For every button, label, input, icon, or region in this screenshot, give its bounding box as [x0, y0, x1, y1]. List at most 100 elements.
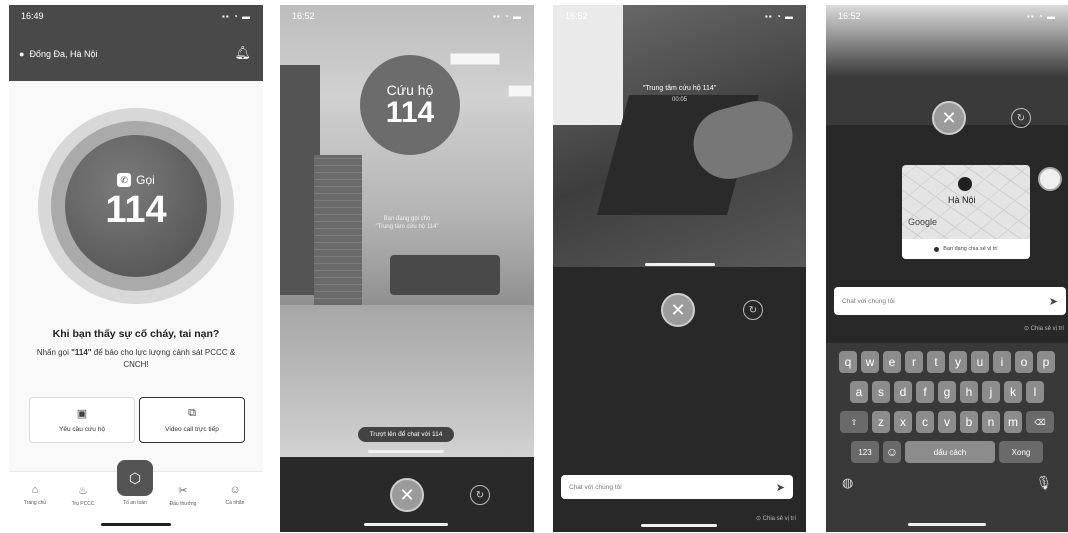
- video-call-screen: 16:52 ▪▪ ◔ ▬ "Trung tâm cứu hộ 114" 00:0…: [553, 5, 806, 532]
- map-city-label: Hà Nội: [948, 195, 976, 205]
- switch-camera-icon: ↻: [748, 304, 758, 316]
- key[interactable]: k: [1004, 381, 1022, 403]
- chat-placeholder: Chat với chúng tôi: [842, 297, 895, 305]
- return-key[interactable]: Xong: [999, 441, 1043, 463]
- switch-camera-button[interactable]: ↻: [1011, 108, 1031, 128]
- chat-input[interactable]: Chat với chúng tôi ➤: [561, 475, 793, 499]
- key[interactable]: w: [861, 351, 879, 373]
- nav-label: Trụ PCCC: [71, 501, 95, 507]
- shift-key[interactable]: ⇧: [840, 411, 868, 433]
- keyboard: q w e r t y u i o p a s d f g h j k l ⇧ …: [826, 343, 1068, 532]
- sofa: [390, 255, 500, 295]
- nav-item-profile[interactable]: ☺ Cá nhân: [213, 484, 257, 506]
- status-bar: 16:49 ▪▪ ◔ ▬: [9, 5, 263, 27]
- call-label-row: ✆ Gọi: [117, 173, 155, 187]
- space-key[interactable]: dấu cách: [905, 441, 995, 463]
- nav-label: Trang chủ: [23, 500, 47, 506]
- key[interactable]: l: [1026, 381, 1044, 403]
- status-dot-icon: [934, 246, 940, 252]
- home-indicator: [908, 523, 986, 526]
- status-icons: ▪▪ ◔ ▬: [493, 11, 522, 21]
- shield-icon: ⬡: [128, 469, 142, 486]
- rescue-bubble: Cứu hộ 114: [360, 55, 460, 155]
- status-icons: ▪▪ ◔ ▬: [765, 11, 794, 21]
- key[interactable]: a: [850, 381, 868, 403]
- share-location-link[interactable]: ⊙ Chia sẻ vị trí: [756, 515, 796, 522]
- keyboard-row-4: 123 ☺ dấu cách Xong: [826, 441, 1068, 463]
- calling-line-1: Bạn đang gọi cho: [383, 216, 431, 222]
- keyboard-row-3: ⇧ z x c v b n m ⌫: [826, 411, 1068, 433]
- avatar: [1038, 167, 1062, 191]
- key[interactable]: m: [1004, 411, 1022, 433]
- emoji-icon: ☺: [885, 445, 899, 459]
- location-map-card[interactable]: Hà Nội Google Bạn đang chia sẻ vị trí: [902, 165, 1030, 259]
- key[interactable]: d: [894, 381, 912, 403]
- end-call-button[interactable]: ✕: [661, 293, 695, 327]
- key[interactable]: n: [982, 411, 1000, 433]
- bell-icon[interactable]: 🔔︎: [234, 45, 251, 61]
- key[interactable]: p: [1037, 351, 1055, 373]
- home-screen: 16:49 ▪▪ ◔ ▬ ● Đống Đa, Hà Nội 🔔︎ ✆ Gọi …: [9, 5, 263, 532]
- send-icon[interactable]: ➤: [776, 481, 785, 494]
- nav-center-shield-button[interactable]: ⬡: [117, 460, 153, 496]
- numbers-key[interactable]: 123: [851, 441, 879, 463]
- share-location-link[interactable]: ⊙ Chia sẻ vị trí: [1024, 325, 1064, 332]
- shift-icon: ⇧: [850, 417, 858, 427]
- emoji-key[interactable]: ☺: [883, 441, 901, 463]
- key[interactable]: g: [938, 381, 956, 403]
- home-indicator: [364, 523, 448, 526]
- switch-camera-button[interactable]: ↻: [470, 485, 490, 505]
- chat-location-screen: 16:52 ▪▪ ◔ ▬ ✕ ↻ Hà Nội Google Bạn đang …: [826, 5, 1068, 532]
- nav-item-contest[interactable]: ✂ Đấu thưởng: [161, 484, 205, 507]
- key[interactable]: i: [993, 351, 1011, 373]
- key[interactable]: f: [916, 381, 934, 403]
- location-selector[interactable]: ● Đống Đa, Hà Nội: [19, 49, 97, 59]
- drag-handle[interactable]: [368, 450, 444, 453]
- key[interactable]: u: [971, 351, 989, 373]
- swipe-to-chat-pill[interactable]: Trượt lên để chat với 114: [358, 427, 454, 442]
- keyboard-row-1: q w e r t y u i o p: [826, 351, 1068, 373]
- key[interactable]: q: [839, 351, 857, 373]
- switch-camera-button[interactable]: ↻: [743, 300, 763, 320]
- ceiling-light: [450, 53, 500, 65]
- nav-item-safety[interactable]: Tố an toàn: [113, 500, 157, 506]
- calling-screen: 16:52 ▪▪ ◔ ▬ Cứu hộ 114 Bạn đang gọi cho…: [280, 5, 534, 532]
- key[interactable]: y: [949, 351, 967, 373]
- status-time: 16:52: [292, 11, 315, 21]
- call-timer: 00:05: [671, 97, 687, 103]
- chat-placeholder: Chat với chúng tôi: [569, 483, 622, 491]
- drag-handle[interactable]: [645, 263, 715, 266]
- end-call-button[interactable]: ✕: [932, 101, 966, 135]
- key[interactable]: v: [938, 411, 956, 433]
- key[interactable]: e: [883, 351, 901, 373]
- key[interactable]: h: [960, 381, 978, 403]
- send-icon[interactable]: ➤: [1049, 295, 1058, 308]
- call-114-button[interactable]: ✆ Gọi 114: [65, 135, 207, 277]
- rescue-request-card[interactable]: ▣ Yêu cầu cứu hộ: [29, 397, 135, 443]
- close-icon: ✕: [941, 107, 957, 128]
- phone-icon: ✆: [117, 173, 132, 187]
- nav-item-hydrant[interactable]: ♨ Trụ PCCC: [61, 484, 105, 507]
- backspace-key[interactable]: ⌫: [1026, 411, 1054, 433]
- key[interactable]: z: [872, 411, 890, 433]
- key[interactable]: j: [982, 381, 1000, 403]
- key[interactable]: s: [872, 381, 890, 403]
- keyboard-row-5: ◍ 🎙︎: [826, 475, 1068, 491]
- key[interactable]: t: [927, 351, 945, 373]
- key[interactable]: x: [894, 411, 912, 433]
- nav-item-home[interactable]: ⌂ Trang chủ: [13, 484, 57, 506]
- chat-input[interactable]: Chat với chúng tôi ➤: [834, 287, 1066, 315]
- nav-label: Đấu thưởng: [169, 501, 197, 507]
- key[interactable]: c: [916, 411, 934, 433]
- home-indicator: [101, 523, 171, 526]
- key[interactable]: r: [905, 351, 923, 373]
- video-call-card[interactable]: ⧉ Video call trực tiếp: [139, 397, 245, 443]
- location-pin-icon: ●: [19, 49, 25, 59]
- microphone-icon[interactable]: 🎙︎: [1035, 475, 1052, 491]
- globe-icon[interactable]: ◍: [842, 475, 853, 491]
- end-call-button[interactable]: ✕: [390, 478, 424, 512]
- key[interactable]: b: [960, 411, 978, 433]
- rescue-request-label: Yêu cầu cứu hộ: [59, 426, 105, 433]
- key[interactable]: o: [1015, 351, 1033, 373]
- fire-icon: ♨: [78, 485, 88, 497]
